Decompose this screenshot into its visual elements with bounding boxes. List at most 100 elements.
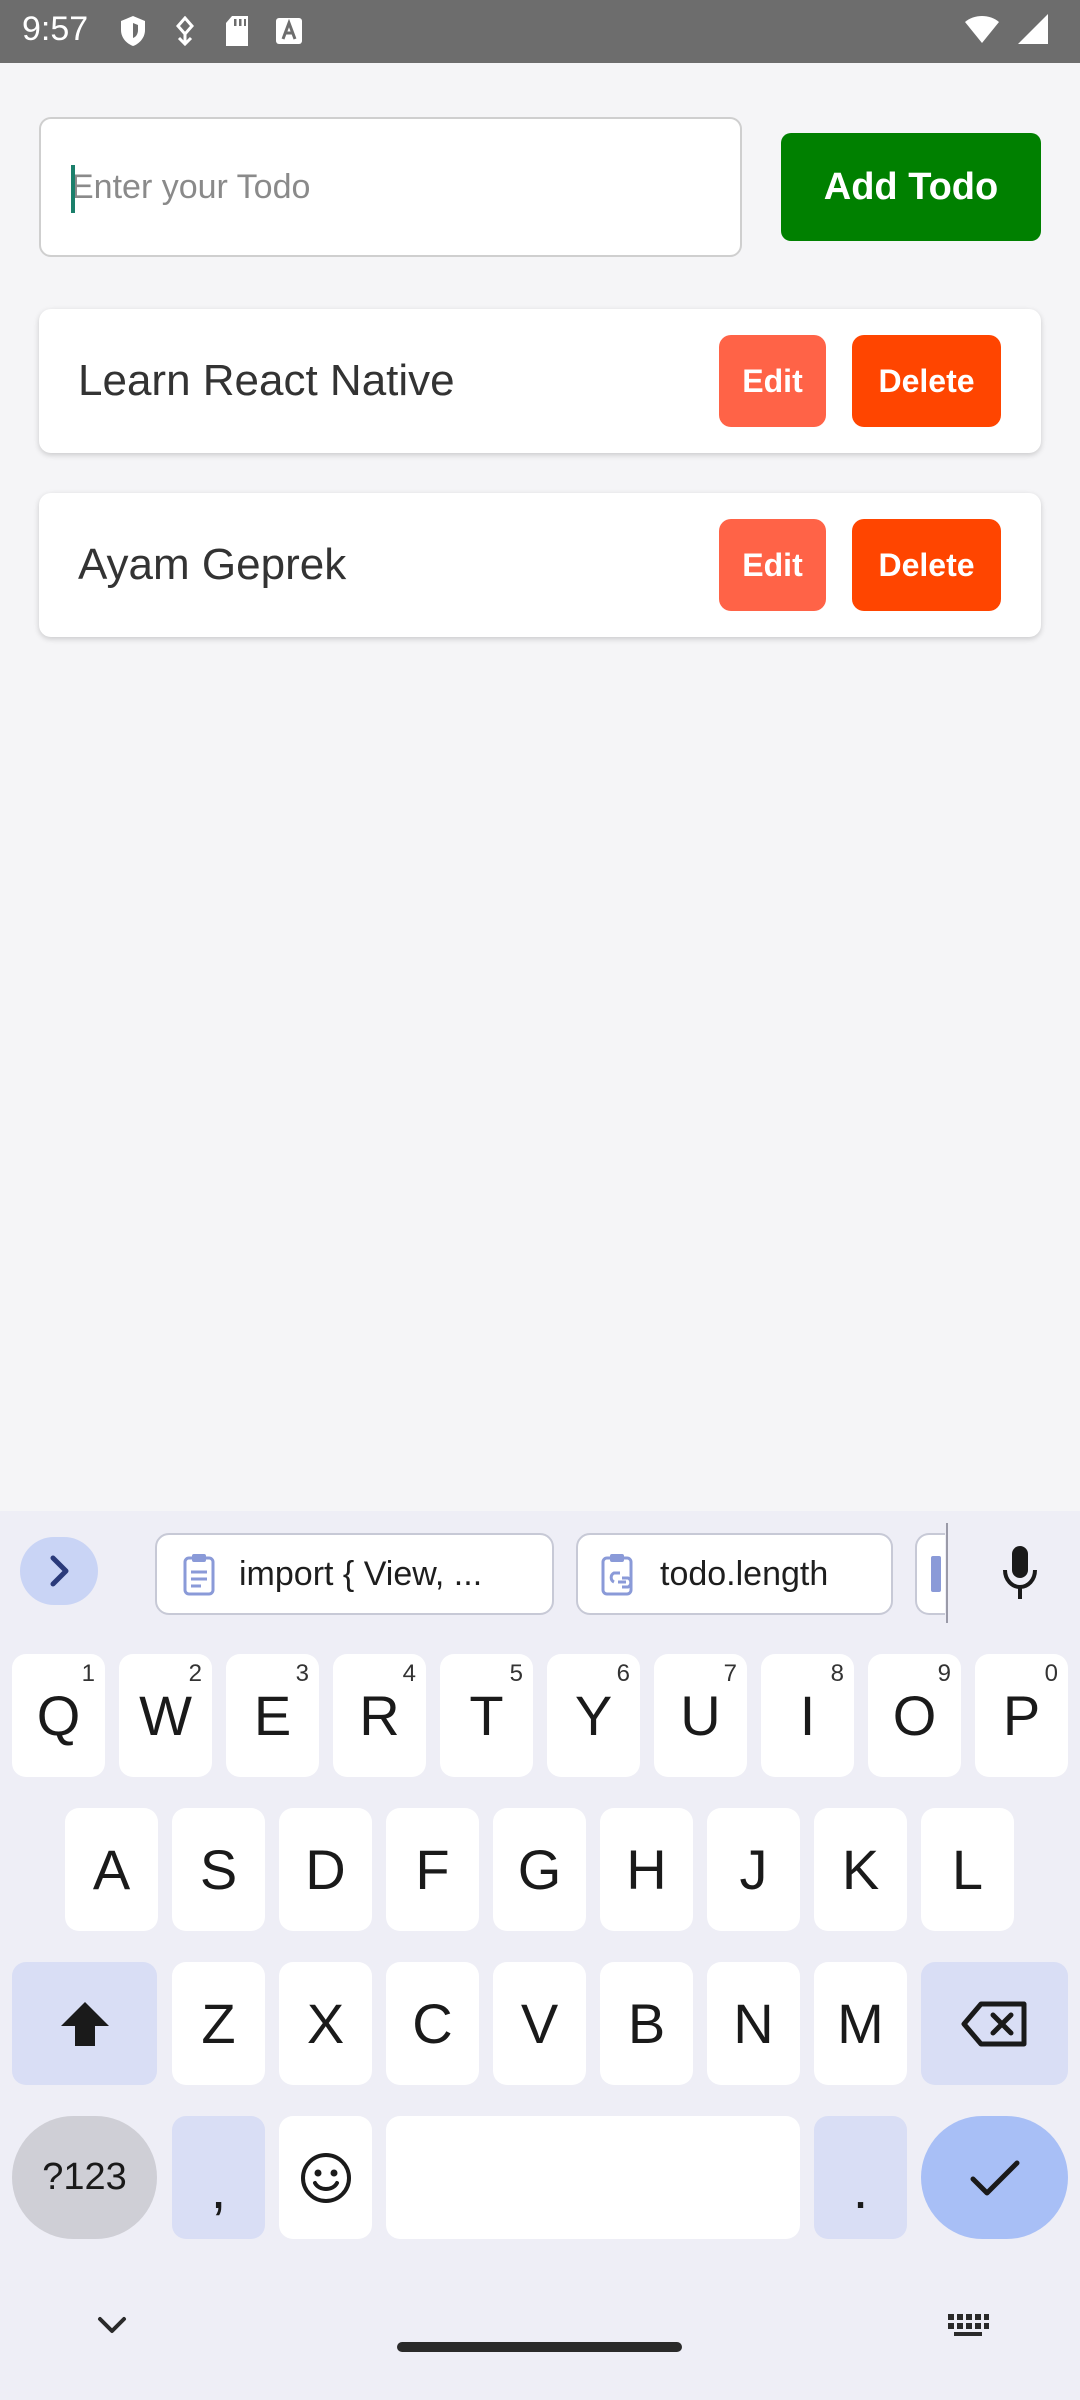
emoji-icon bbox=[300, 2152, 351, 2203]
signal-icon bbox=[1016, 12, 1050, 46]
clipboard-icon bbox=[931, 1556, 941, 1592]
symbols-key[interactable]: ?123 bbox=[12, 2116, 157, 2239]
key-a[interactable]: A bbox=[65, 1808, 158, 1931]
key-hint: 2 bbox=[188, 1660, 202, 1687]
key-v[interactable]: V bbox=[493, 1962, 586, 2085]
chip-label: import { View, ... bbox=[239, 1554, 483, 1593]
key-label: Y bbox=[574, 1684, 613, 1747]
key-label: I bbox=[799, 1684, 816, 1747]
key-s[interactable]: S bbox=[172, 1808, 265, 1931]
todo-input[interactable] bbox=[41, 119, 740, 255]
key-label: R bbox=[359, 1684, 400, 1747]
key-hint: 3 bbox=[295, 1660, 309, 1687]
key-hint: 7 bbox=[723, 1660, 737, 1687]
period-key[interactable]: . bbox=[814, 2116, 907, 2239]
shield-icon bbox=[118, 14, 148, 48]
todo-input-container[interactable] bbox=[39, 117, 742, 257]
wifi-icon bbox=[964, 12, 1000, 46]
suggestion-strip: import { View, ... todo.length bbox=[0, 1511, 1080, 1631]
status-bar: 9:57 bbox=[0, 0, 1080, 63]
key-g[interactable]: G bbox=[493, 1808, 586, 1931]
edit-button[interactable]: Edit bbox=[719, 335, 826, 427]
backspace-key[interactable] bbox=[921, 1962, 1068, 2085]
clipboard-suggestion-chip-partial[interactable] bbox=[915, 1533, 945, 1615]
key-label: Q bbox=[36, 1684, 81, 1747]
delete-button[interactable]: Delete bbox=[852, 335, 1001, 427]
todo-app: Add Todo Learn React Native Edit Delete … bbox=[0, 63, 1080, 1511]
clipboard-suggestion-chip[interactable]: todo.length bbox=[576, 1533, 893, 1615]
key-m[interactable]: M bbox=[814, 1962, 907, 2085]
todo-item: Learn React Native Edit Delete bbox=[39, 309, 1041, 453]
key-hint: 1 bbox=[81, 1660, 95, 1687]
key-t[interactable]: T5 bbox=[440, 1654, 533, 1777]
chip-label: todo.length bbox=[660, 1554, 829, 1593]
key-w[interactable]: W2 bbox=[119, 1654, 212, 1777]
key-q[interactable]: Q1 bbox=[12, 1654, 105, 1777]
keyboard-switch-icon[interactable] bbox=[946, 2312, 990, 2338]
key-z[interactable]: Z bbox=[172, 1962, 265, 2085]
key-r[interactable]: R4 bbox=[333, 1654, 426, 1777]
key-label: E bbox=[253, 1684, 292, 1747]
add-todo-button[interactable]: Add Todo bbox=[781, 133, 1041, 241]
key-label: T bbox=[469, 1684, 504, 1747]
notification-icons bbox=[118, 14, 304, 48]
comma-key[interactable]: , bbox=[172, 2116, 265, 2239]
checkmark-icon bbox=[970, 2160, 1019, 2195]
key-f[interactable]: F bbox=[386, 1808, 479, 1931]
space-key[interactable] bbox=[386, 2116, 800, 2239]
key-l[interactable]: L bbox=[921, 1808, 1014, 1931]
key-hint: 8 bbox=[830, 1660, 844, 1687]
key-label: W bbox=[139, 1684, 192, 1747]
soft-keyboard: import { View, ... todo.length Q1 W2 E3 … bbox=[0, 1511, 1080, 2400]
clipboard-suggestion-chip[interactable]: import { View, ... bbox=[155, 1533, 554, 1615]
status-time: 9:57 bbox=[22, 10, 89, 48]
todo-item-text: Learn React Native bbox=[78, 356, 455, 405]
key-j[interactable]: J bbox=[707, 1808, 800, 1931]
backspace-icon bbox=[961, 2001, 1026, 2046]
key-label: U bbox=[680, 1684, 721, 1747]
key-x[interactable]: X bbox=[279, 1962, 372, 2085]
clipboard-link-icon bbox=[600, 1551, 640, 1597]
edit-button[interactable]: Edit bbox=[719, 519, 826, 611]
expand-toolbar-button[interactable] bbox=[20, 1537, 98, 1605]
shift-icon bbox=[60, 2001, 109, 2046]
system-icons bbox=[964, 12, 1050, 46]
microphone-icon bbox=[1003, 1546, 1037, 1599]
key-d[interactable]: D bbox=[279, 1808, 372, 1931]
emoji-key[interactable] bbox=[279, 2116, 372, 2239]
key-label: P bbox=[1002, 1684, 1041, 1747]
usb-debug-icon bbox=[170, 14, 200, 48]
home-gesture-handle[interactable] bbox=[397, 2342, 682, 2352]
key-hint: 5 bbox=[509, 1660, 523, 1687]
key-e[interactable]: E3 bbox=[226, 1654, 319, 1777]
key-o[interactable]: O9 bbox=[868, 1654, 961, 1777]
key-n[interactable]: N bbox=[707, 1962, 800, 2085]
navigation-bar bbox=[0, 2290, 1080, 2400]
todo-item: Ayam Geprek Edit Delete bbox=[39, 493, 1041, 637]
key-hint: 9 bbox=[937, 1660, 951, 1687]
divider bbox=[946, 1523, 948, 1623]
todo-item-text: Ayam Geprek bbox=[78, 540, 347, 589]
key-label: O bbox=[892, 1684, 937, 1747]
key-i[interactable]: I8 bbox=[761, 1654, 854, 1777]
key-hint: 0 bbox=[1044, 1660, 1058, 1687]
key-hint: 6 bbox=[616, 1660, 630, 1687]
key-hint: 4 bbox=[402, 1660, 416, 1687]
key-h[interactable]: H bbox=[600, 1808, 693, 1931]
text-cursor bbox=[71, 165, 75, 213]
keyboard-a-icon bbox=[274, 14, 304, 48]
sd-card-icon bbox=[222, 14, 252, 48]
delete-button[interactable]: Delete bbox=[852, 519, 1001, 611]
shift-key[interactable] bbox=[12, 1962, 157, 2085]
key-c[interactable]: C bbox=[386, 1962, 479, 2085]
enter-key[interactable] bbox=[921, 2116, 1068, 2239]
key-p[interactable]: P0 bbox=[975, 1654, 1068, 1777]
key-b[interactable]: B bbox=[600, 1962, 693, 2085]
key-k[interactable]: K bbox=[814, 1808, 907, 1931]
voice-input-button[interactable] bbox=[990, 1541, 1050, 1605]
key-y[interactable]: Y6 bbox=[547, 1654, 640, 1777]
hide-keyboard-chevron-icon[interactable] bbox=[96, 2314, 128, 2336]
chevron-right-icon bbox=[50, 1555, 69, 1587]
key-u[interactable]: U7 bbox=[654, 1654, 747, 1777]
clipboard-icon bbox=[179, 1551, 219, 1597]
